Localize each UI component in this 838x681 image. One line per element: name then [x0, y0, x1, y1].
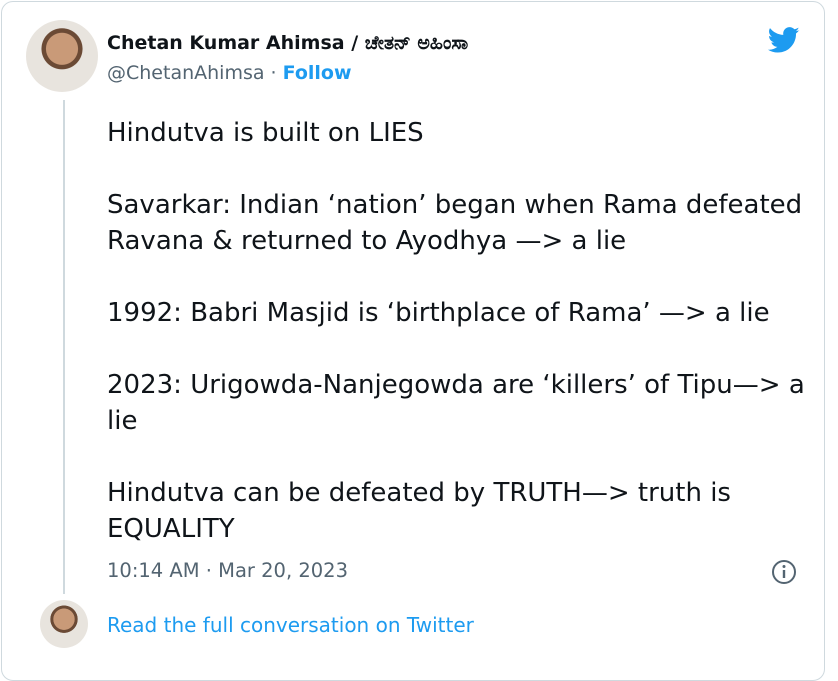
tweet-card: Chetan Kumar Ahimsa / ಚೇತನ್ ಅಹಿಂಸಾ @Chet… [1, 1, 825, 681]
reply-avatar[interactable] [40, 600, 88, 648]
twitter-bird-icon[interactable] [765, 24, 803, 56]
author-meta: @ChetanAhimsa · Follow [107, 62, 352, 84]
handle-separator: · [264, 62, 283, 84]
author-handle[interactable]: @ChetanAhimsa [107, 62, 265, 84]
info-icon[interactable] [770, 558, 798, 586]
thread-line [63, 100, 65, 594]
tweet-timestamp[interactable]: 10:14 AM · Mar 20, 2023 [107, 559, 348, 582]
read-conversation-link[interactable]: Read the full conversation on Twitter [107, 613, 474, 637]
author-avatar[interactable] [26, 20, 98, 92]
author-display-name[interactable]: Chetan Kumar Ahimsa / ಚೇತನ್ ಅಹಿಂಸಾ [107, 32, 468, 54]
tweet-text: Hindutva is built on LIES Savarkar: Indi… [107, 118, 805, 544]
follow-button[interactable]: Follow [283, 62, 352, 84]
